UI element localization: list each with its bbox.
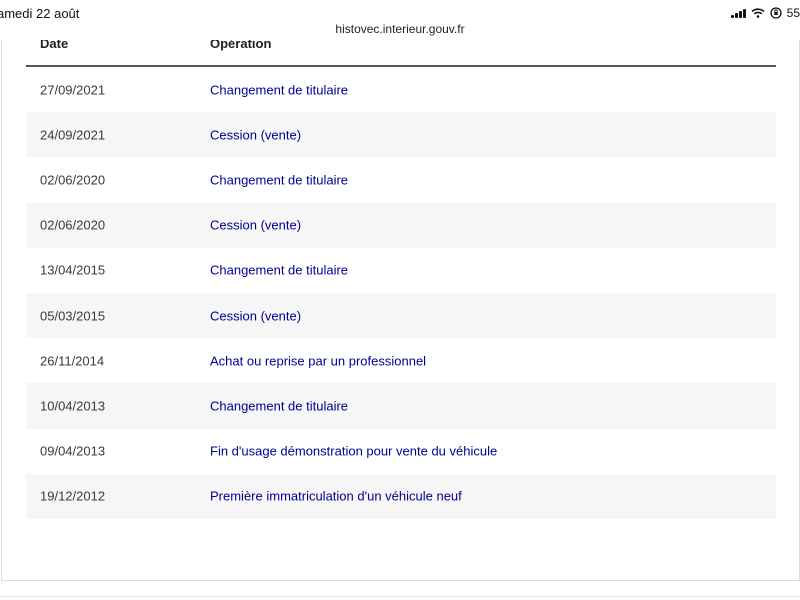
- row-date: 27/09/2021: [40, 82, 106, 98]
- operations-table: Date Opération 27/09/2021 Changement de …: [26, 40, 776, 519]
- row-date: 05/03/2015: [40, 308, 106, 324]
- history-card: Date Opération 27/09/2021 Changement de …: [1, 40, 800, 581]
- row-date: 02/06/2020: [40, 217, 106, 233]
- row-operation-link[interactable]: Changement de titulaire: [210, 82, 348, 97]
- cellular-signal-icon: [730, 8, 746, 18]
- status-icons: 55: [730, 6, 800, 20]
- row-operation-link[interactable]: Changement de titulaire: [210, 398, 348, 413]
- table-row: 26/11/2014 Achat ou reprise par un profe…: [26, 338, 776, 383]
- row-date: 19/12/2012: [40, 488, 106, 504]
- table-header: Date Opération: [26, 40, 776, 67]
- wifi-icon: [751, 8, 765, 18]
- page-bottom-divider: [0, 596, 800, 597]
- status-time: amedi 22 août: [0, 6, 80, 21]
- row-date: 24/09/2021: [40, 127, 106, 143]
- table-row: 24/09/2021 Cession (vente): [26, 112, 776, 158]
- row-date: 09/04/2013: [40, 443, 106, 459]
- table-row: 10/04/2013 Changement de titulaire: [26, 383, 776, 429]
- status-bar: amedi 22 août 55: [0, 0, 800, 24]
- table-body: 27/09/2021 Changement de titulaire 24/09…: [26, 67, 776, 519]
- row-operation-link[interactable]: Achat ou reprise par un professionnel: [210, 353, 426, 368]
- battery-percentage: 55: [786, 6, 800, 20]
- row-operation-link[interactable]: Changement de titulaire: [210, 263, 348, 278]
- row-operation-link[interactable]: Cession (vente): [210, 308, 301, 323]
- row-operation-link[interactable]: Cession (vente): [210, 218, 301, 233]
- orientation-lock-icon: [769, 7, 782, 19]
- row-date: 10/04/2013: [40, 398, 106, 414]
- table-row: 05/03/2015 Cession (vente): [26, 292, 776, 339]
- table-row: 13/04/2015 Changement de titulaire: [26, 248, 776, 293]
- row-operation-link[interactable]: Première immatriculation d'un véhicule n…: [210, 489, 462, 504]
- row-operation-link[interactable]: Fin d'usage démonstration pour vente du …: [210, 444, 497, 459]
- table-row: 27/09/2021 Changement de titulaire: [26, 67, 776, 112]
- table-row: 02/06/2020 Changement de titulaire: [26, 157, 776, 202]
- column-header-operation: Opération: [210, 40, 272, 51]
- table-row: 02/06/2020 Cession (vente): [26, 202, 776, 248]
- row-date: 13/04/2015: [40, 262, 106, 278]
- row-operation-link[interactable]: Cession (vente): [210, 127, 301, 142]
- row-operation-link[interactable]: Changement de titulaire: [210, 172, 348, 187]
- row-date: 02/06/2020: [40, 172, 106, 188]
- table-row: 19/12/2012 Première immatriculation d'un…: [26, 473, 776, 519]
- row-date: 26/11/2014: [40, 353, 105, 369]
- table-row: 09/04/2013 Fin d'usage démonstration pou…: [26, 429, 776, 474]
- column-header-date: Date: [40, 40, 69, 51]
- url-bar[interactable]: histovec.interieur.gouv.fr: [0, 22, 800, 36]
